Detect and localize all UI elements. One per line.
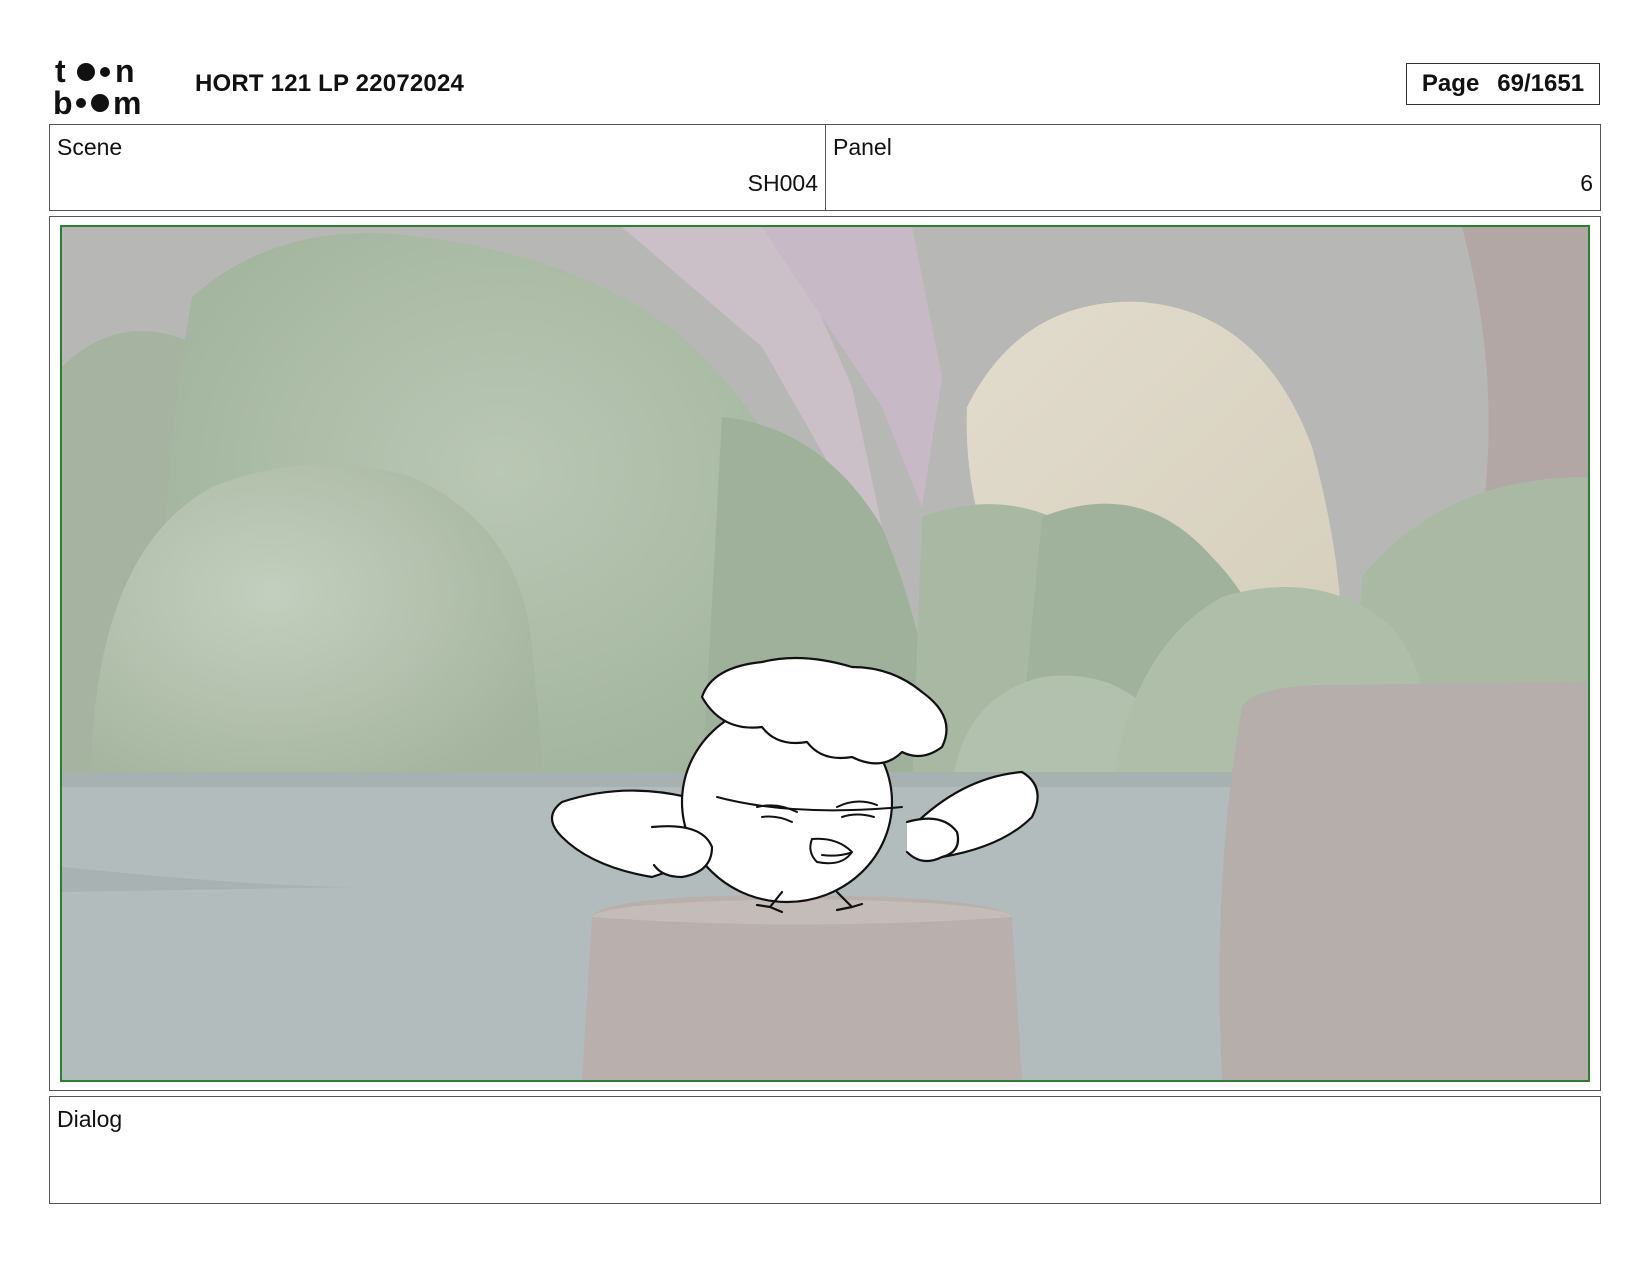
svg-text:n: n [115, 54, 135, 89]
page-label: Page [1421, 70, 1480, 97]
scene-panel-row: Scene SH004 Panel 6 [49, 124, 1601, 211]
panel-cell: Panel 6 [826, 125, 1600, 210]
toon-boom-logo: t n b m [53, 54, 141, 116]
svg-text:m: m [113, 85, 141, 116]
scene-value: SH004 [747, 170, 818, 196]
svg-text:t: t [55, 54, 66, 89]
document-title: HORT 121 LP 22072024 [195, 70, 465, 97]
svg-text:b: b [53, 85, 73, 116]
page-indicator: Page 69/1651 [1406, 63, 1600, 105]
scene-illustration [62, 227, 1588, 1080]
scene-label: Scene [57, 134, 123, 160]
scene-cell: Scene SH004 [50, 125, 826, 210]
storyboard-image [60, 225, 1590, 1082]
dialog-label: Dialog [57, 1106, 123, 1132]
panel-value: 6 [1580, 170, 1593, 196]
page-number: 69/1651 [1497, 70, 1585, 97]
panel-label: Panel [833, 134, 892, 160]
dialog-box: Dialog [49, 1096, 1601, 1204]
